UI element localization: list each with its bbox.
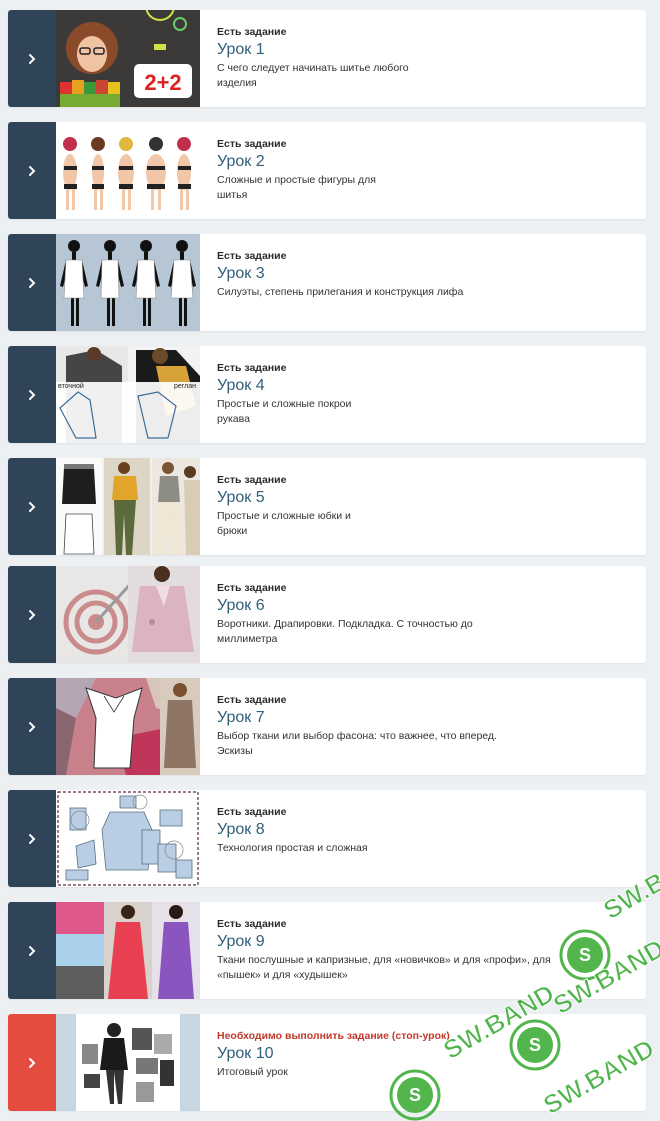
lesson-title[interactable]: Урок 2 <box>217 152 634 172</box>
lesson-card-4[interactable]: вточной реглан Есть задание Урок 4 Прост… <box>8 346 646 443</box>
chevron-right-icon <box>29 609 36 620</box>
chevron-right-icon <box>29 721 36 732</box>
lesson-card-8[interactable]: Есть задание Урок 8 Технология простая и… <box>8 790 646 887</box>
lesson-title[interactable]: Урок 8 <box>217 820 634 840</box>
expand-strip[interactable] <box>8 346 56 443</box>
lesson-card-7[interactable]: Есть задание Урок 7 Выбор ткани или выбо… <box>8 678 646 775</box>
lesson-thumbnail <box>56 234 200 331</box>
chevron-right-icon <box>29 53 36 64</box>
lesson-thumbnail <box>56 122 200 219</box>
lesson-thumbnail: вточной реглан <box>56 346 200 443</box>
expand-strip[interactable] <box>8 234 56 331</box>
chevron-right-icon <box>29 501 36 512</box>
expand-strip[interactable] <box>8 10 56 107</box>
lesson-card-10[interactable]: Необходимо выполнить задание (стоп-урок)… <box>8 1014 646 1111</box>
lesson-title[interactable]: Урок 5 <box>217 488 634 508</box>
lesson-description: Технология простая и сложная <box>217 842 368 854</box>
lesson-thumbnail <box>56 566 200 663</box>
lesson-thumbnail <box>56 458 200 555</box>
lesson-card-3[interactable]: Есть задание Урок 3 Силуэты, степень при… <box>8 234 646 331</box>
lesson-thumbnail <box>56 790 200 887</box>
expand-strip[interactable] <box>8 678 56 775</box>
chevron-right-icon <box>29 165 36 176</box>
status-label: Есть задание <box>217 474 287 486</box>
lesson-description: Сложные и простые фигуры для шитья <box>217 174 376 201</box>
status-label: Необходимо выполнить задание (стоп-урок) <box>217 1030 450 1042</box>
lesson-description: Силуэты, степень прилегания и конструкци… <box>217 286 464 298</box>
status-label: Есть задание <box>217 918 287 930</box>
status-label: Есть задание <box>217 582 287 594</box>
lesson-thumbnail <box>56 902 200 999</box>
lesson-description: Простые и сложные покрои рукава <box>217 398 352 425</box>
expand-strip[interactable] <box>8 790 56 887</box>
status-label: Есть задание <box>217 694 287 706</box>
thumb-label-left: вточной <box>58 382 84 390</box>
thumb-label-2plus2: 2+2 <box>144 70 181 95</box>
lesson-description: Итоговый урок <box>217 1066 288 1078</box>
lesson-title[interactable]: Урок 1 <box>217 40 634 60</box>
chevron-right-icon <box>29 945 36 956</box>
expand-strip[interactable] <box>8 566 56 663</box>
lesson-title[interactable]: Урок 9 <box>217 932 634 952</box>
lesson-card-6[interactable]: Есть задание Урок 6 Воротники. Драпировк… <box>8 566 646 663</box>
lesson-description: Выбор ткани или выбор фасона: что важнее… <box>217 730 497 757</box>
lesson-list: 2+2 Есть задание Урок 1 С чего следует н… <box>0 0 660 1121</box>
lesson-title[interactable]: Урок 6 <box>217 596 634 616</box>
chevron-right-icon <box>29 833 36 844</box>
lesson-title[interactable]: Урок 10 <box>217 1044 634 1064</box>
expand-strip[interactable] <box>8 458 56 555</box>
chevron-right-icon <box>29 1057 36 1068</box>
status-label: Есть задание <box>217 138 287 150</box>
lesson-title[interactable]: Урок 7 <box>217 708 634 728</box>
status-label: Есть задание <box>217 250 287 262</box>
chevron-right-icon <box>29 277 36 288</box>
status-label: Есть задание <box>217 26 287 38</box>
expand-strip[interactable] <box>8 902 56 999</box>
lesson-description: Ткани послушные и капризные, для «новичк… <box>217 954 551 981</box>
thumb-label-right: реглан <box>174 383 196 390</box>
lesson-card-9[interactable]: Есть задание Урок 9 Ткани послушные и ка… <box>8 902 646 999</box>
lesson-thumbnail <box>56 678 200 775</box>
lesson-thumbnail: 2+2 <box>56 10 200 107</box>
lesson-title[interactable]: Урок 3 <box>217 264 634 284</box>
chevron-right-icon <box>29 389 36 400</box>
lesson-description: Простые и сложные юбки и брюки <box>217 510 351 537</box>
expand-strip[interactable] <box>8 1014 56 1111</box>
lesson-title[interactable]: Урок 4 <box>217 376 634 396</box>
lesson-thumbnail <box>56 1014 200 1111</box>
status-label: Есть задание <box>217 362 287 374</box>
lesson-card-5[interactable]: Есть задание Урок 5 Простые и сложные юб… <box>8 458 646 555</box>
expand-strip[interactable] <box>8 122 56 219</box>
lesson-card-2[interactable]: Есть задание Урок 2 Сложные и простые фи… <box>8 122 646 219</box>
lesson-description: С чего следует начинать шитье любого изд… <box>217 62 409 89</box>
lesson-card-1[interactable]: 2+2 Есть задание Урок 1 С чего следует н… <box>8 10 646 107</box>
status-label: Есть задание <box>217 806 287 818</box>
lesson-description: Воротники. Драпировки. Подкладка. С точн… <box>217 618 473 645</box>
